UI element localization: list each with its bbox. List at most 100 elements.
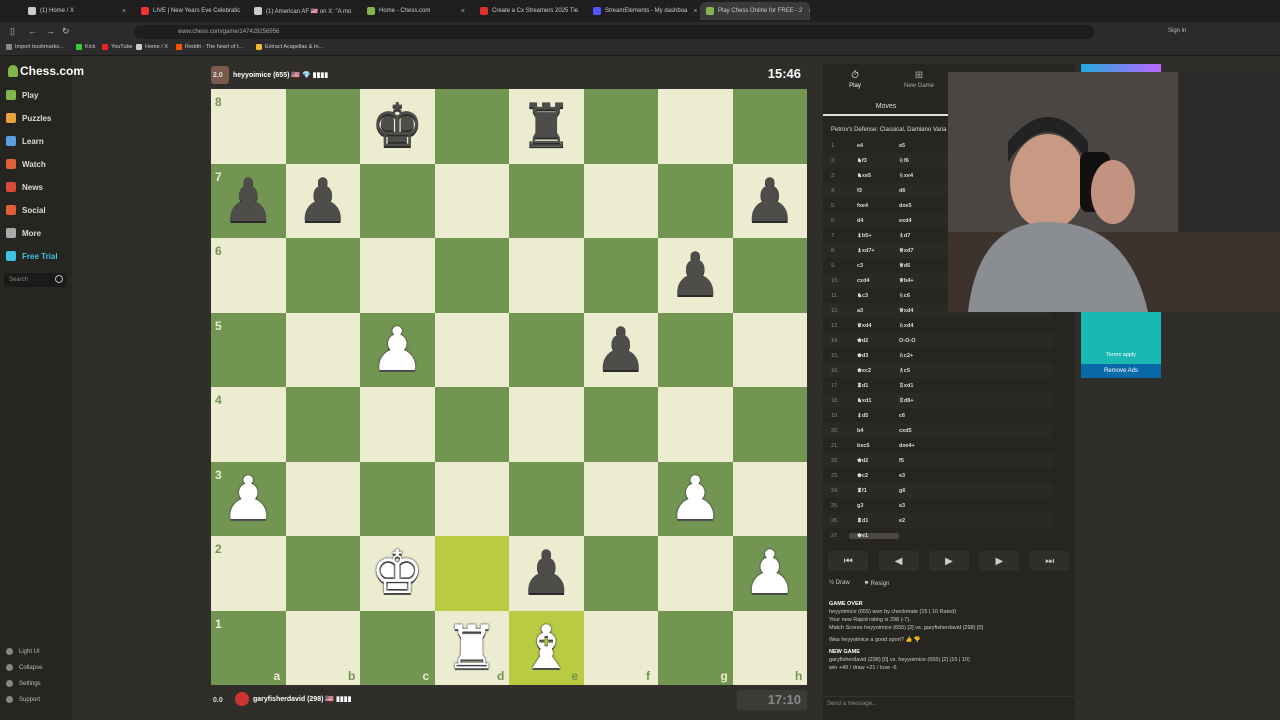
move-row[interactable]: 26. ♜d1 e2 — [823, 513, 1053, 528]
piece-h2[interactable]: ♟ — [733, 536, 808, 611]
black-move[interactable]: e2 — [899, 518, 959, 524]
close-icon[interactable]: × — [240, 8, 245, 15]
close-icon[interactable]: × — [578, 8, 584, 15]
square-h8[interactable] — [732, 89, 807, 164]
move-row[interactable]: 13. ♛xd4 ♘xd4 — [823, 318, 1053, 333]
black-move[interactable]: ♖xd1 — [899, 383, 959, 389]
sidebar-item-watch[interactable]: Watch — [6, 159, 46, 169]
square-g7[interactable] — [658, 163, 733, 238]
opening-name[interactable]: Petrov's Defense: Classical, Damiano Var… — [831, 127, 946, 133]
tab-new-game[interactable]: ⊞ New Game — [887, 64, 951, 94]
piece-b7[interactable]: ♟ — [286, 164, 361, 239]
square-b2[interactable] — [285, 536, 360, 611]
last-move-button[interactable]: ⏭ — [1029, 551, 1070, 571]
black-move[interactable]: e3 — [899, 473, 959, 479]
thumbs-down-icon[interactable]: 👎 — [914, 637, 921, 643]
black-move[interactable]: g6 — [899, 488, 959, 494]
square-d3[interactable] — [434, 461, 509, 536]
draw-button[interactable]: ½ Draw — [829, 580, 850, 587]
bookmark-item[interactable]: Home / X — [136, 44, 168, 50]
close-icon[interactable]: × — [351, 8, 358, 15]
square-h5[interactable] — [732, 312, 807, 387]
square-d5[interactable] — [434, 312, 509, 387]
sidebar-item-news[interactable]: News — [6, 182, 43, 192]
piece-d1[interactable]: ♜ — [435, 611, 510, 686]
sidebar-toggle-icon[interactable]: ▯ — [10, 26, 15, 37]
white-move[interactable]: ♚d3 — [849, 353, 899, 359]
bottom-player-name[interactable]: garyfisherdavid (298) 🇺🇸 ▮▮▮▮ — [253, 695, 351, 703]
black-move[interactable]: cxd5 — [899, 428, 959, 434]
square-b4[interactable] — [285, 387, 360, 462]
message-input[interactable]: Send a message... — [823, 696, 1075, 710]
square-e4[interactable] — [509, 387, 584, 462]
chess-board[interactable]: 8 7 6 5 4 3 2 1 a b c d e f g h ♚ ♜ ♟ ♟ ♟ ♟ ♟ ♟ ♟ ♟ ♚ ♟ ♟ ♜ ♝ — [211, 89, 807, 685]
bookmark-item[interactable]: YouTube — [102, 44, 133, 50]
square-g5[interactable] — [658, 312, 733, 387]
white-move[interactable]: ♞f3 — [849, 158, 899, 164]
browser-tab[interactable]: Play Chess Online for FREE - 2× — [700, 2, 810, 20]
search-icon[interactable] — [55, 275, 63, 283]
white-move[interactable]: ♚xc2 — [849, 368, 899, 374]
chess-logo[interactable]: Chess.com — [8, 64, 84, 78]
sidebar-item-puzzles[interactable]: Puzzles — [6, 113, 51, 123]
square-d7[interactable] — [434, 163, 509, 238]
first-move-button[interactable]: ⏮ — [828, 551, 869, 571]
white-move[interactable]: c3 — [849, 263, 899, 269]
black-move[interactable]: ♘c2+ — [899, 353, 959, 359]
move-row[interactable]: 14. ♚d2 O-O-O — [823, 333, 1053, 348]
black-move[interactable]: ♘xd4 — [899, 323, 959, 329]
black-move[interactable]: f5 — [899, 458, 959, 464]
browser-tab[interactable]: Create a Cx Streamers 2025 Tie× — [474, 2, 584, 20]
square-c4[interactable] — [360, 387, 435, 462]
square-g2[interactable] — [658, 536, 733, 611]
square-h3[interactable] — [732, 461, 807, 536]
square-e5[interactable] — [509, 312, 584, 387]
white-move[interactable]: ♛xd4 — [849, 323, 899, 329]
bookmark-item[interactable]: Kick — [76, 44, 95, 50]
white-move[interactable]: ♞c3 — [849, 293, 899, 299]
browser-tab[interactable]: Home - Chess.com × — [361, 2, 471, 20]
bookmark-item[interactable]: Extract Acapellas & In... — [256, 44, 323, 50]
top-player-name[interactable]: heyyoimice (655) 🇺🇸 💎 ▮▮▮▮ — [233, 71, 328, 79]
move-row[interactable]: 23. ♚c2 e3 — [823, 468, 1053, 483]
white-move[interactable]: fxe4 — [849, 203, 899, 209]
sidebar-item-more[interactable]: More — [6, 228, 41, 238]
piece-c8[interactable]: ♚ — [360, 89, 435, 164]
white-move[interactable]: a3 — [849, 308, 899, 314]
sidebar-footer-settings[interactable]: Settings — [6, 680, 41, 687]
square-d8[interactable] — [434, 89, 509, 164]
white-move[interactable]: ♜d1 — [849, 518, 899, 524]
resign-button[interactable]: ⚑ Resign — [864, 580, 890, 587]
square-f4[interactable] — [583, 387, 658, 462]
move-row[interactable]: 24. ♜f1 g6 — [823, 483, 1053, 498]
white-move[interactable]: ♞xd1 — [849, 398, 899, 404]
square-a8[interactable] — [211, 89, 286, 164]
white-move[interactable]: ♜f1 — [849, 488, 899, 494]
search-input[interactable]: Search — [4, 273, 66, 287]
avatar[interactable] — [235, 692, 249, 706]
square-g8[interactable] — [658, 89, 733, 164]
white-move[interactable]: ♝b5+ — [849, 233, 899, 239]
thumbs-up-icon[interactable]: 👍 — [906, 637, 913, 643]
white-move[interactable]: ♚d2 — [849, 338, 899, 344]
url-field[interactable]: www.chess.com/game/147429256956 — [134, 25, 1094, 39]
square-d2[interactable] — [434, 536, 509, 611]
white-move[interactable]: g3 — [849, 503, 899, 509]
square-h6[interactable] — [732, 238, 807, 313]
piece-f5[interactable]: ♟ — [584, 313, 659, 388]
browser-tab[interactable]: (1) Home / X × — [22, 2, 132, 20]
piece-e8[interactable]: ♜ — [509, 89, 584, 164]
move-row[interactable]: 27. ♚e1 — [823, 528, 1053, 543]
piece-g6[interactable]: ♟ — [658, 238, 733, 313]
remove-ads-button[interactable]: Remove Ads — [1081, 364, 1161, 378]
square-b5[interactable] — [285, 312, 360, 387]
square-f6[interactable] — [583, 238, 658, 313]
move-row[interactable]: 21. bxc5 dxe4+ — [823, 438, 1053, 453]
sidebar-footer-support[interactable]: Support — [6, 696, 40, 703]
square-e3[interactable] — [509, 461, 584, 536]
white-move[interactable]: ♚e1 — [849, 532, 899, 539]
square-b3[interactable] — [285, 461, 360, 536]
white-move[interactable]: ♝xd7+ — [849, 248, 899, 254]
square-f2[interactable] — [583, 536, 658, 611]
sidebar-footer-light-ui[interactable]: Light UI — [6, 648, 40, 655]
